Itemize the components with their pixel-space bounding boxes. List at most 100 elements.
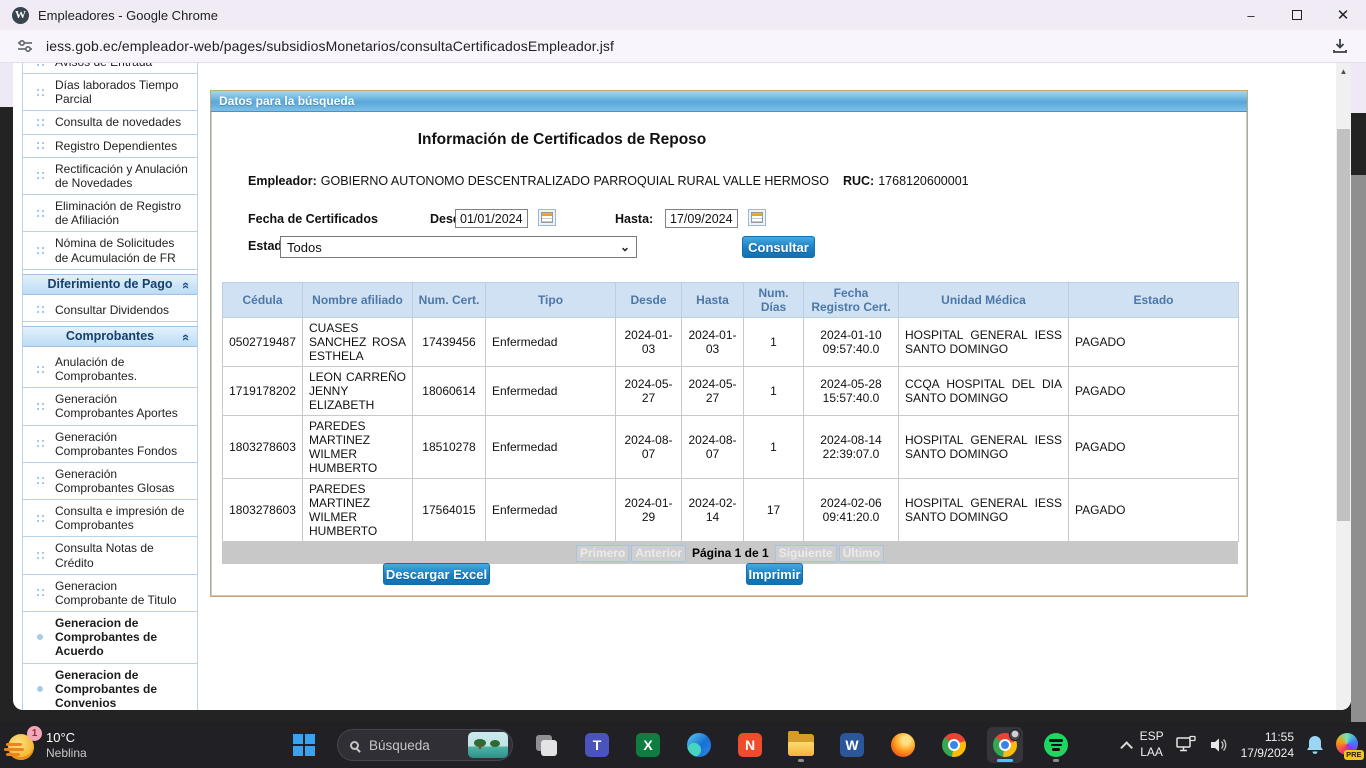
sidebar-item[interactable]: Eliminación de Registro de Afiliación [23,195,197,232]
sidebar-item[interactable]: Avisos de Entrada [23,63,197,74]
language-indicator[interactable]: ESP LAA [1140,729,1164,760]
firefox-icon [891,733,915,757]
weather-widget[interactable]: 1 10°C Neblina [8,730,87,760]
excel-app-button[interactable]: X [630,727,666,763]
chrome-active-window-button[interactable] [987,727,1023,763]
table-cell: PAGADO [1069,416,1239,479]
clock[interactable]: 11:55 17/9/2024 [1241,729,1294,761]
calendar-glyph [541,212,553,223]
sidebar-item[interactable]: Anulación de Comprobantes. [23,351,197,388]
sidebar-item[interactable]: Consultar Dividendos [23,299,197,322]
search-icon [350,741,359,750]
table-cell: PAREDES MARTINEZ WILMER HUMBERTO [303,416,413,479]
notification-bell-icon[interactable] [1305,734,1325,756]
download-icon[interactable] [1330,36,1350,56]
sidebar-item[interactable]: Registro Dependientes [23,135,197,158]
site-favicon: W [12,7,29,24]
word-app-button[interactable]: W [834,727,870,763]
running-indicator [798,759,804,762]
windows-logo-icon [293,734,315,756]
sidebar-item[interactable]: Consulta e impresión de Comprobantes [23,500,197,537]
site-settings-icon[interactable] [16,37,34,55]
empleador-line: Empleador:GOBIERNO AUTONOMO DESCENTRALIZ… [248,174,969,188]
task-view-button[interactable] [528,727,564,763]
consultar-button[interactable]: Consultar [742,236,815,258]
desde-calendar-icon[interactable] [538,209,556,226]
sidebar-item-label: Registro Dependientes [55,139,181,153]
hasta-input[interactable] [665,209,738,228]
imprimir-button[interactable]: Imprimir [746,563,803,585]
window-titlebar: W Empleadores - Google Chrome – ✕ [0,0,1366,30]
sidebar-item[interactable]: Consulta de novedades [23,111,197,134]
browser-urlbar[interactable]: iess.gob.ec/empleador-web/pages/subsidio… [0,30,1366,63]
pager-last-link[interactable]: Último [839,545,884,562]
sidebar-item[interactable]: Generacion de Comprobantes de Convenios [23,664,197,710]
hasta-calendar-icon[interactable] [748,209,766,226]
sidebar-item[interactable]: Nómina de Solicitudes de Acumulación de … [23,232,197,269]
table-header-row: CédulaNombre afiliadoNum. Cert.TipoDesde… [223,283,1239,318]
window-title: Empleadores - Google Chrome [38,8,218,23]
table-cell: 1803278603 [223,479,303,542]
edge-app-button[interactable] [681,727,717,763]
volume-icon[interactable] [1208,735,1230,755]
sidebar-section-header[interactable]: Comprobantes« [23,326,197,347]
sidebar-item[interactable]: Rectificación y Anulación de Novedades [23,158,197,195]
table-row: 1719178202LEON CARREÑO JENNY ELIZABETH18… [223,367,1239,416]
sidebar-item[interactable]: Generacion de Comprobantes de Acuerdo [23,612,197,663]
firefox-app-button[interactable] [885,727,921,763]
pager-prev-link[interactable]: Anterior [631,545,686,562]
maximize-button[interactable] [1274,0,1320,30]
minimize-button[interactable]: – [1228,0,1274,30]
grip-dots-icon [25,172,55,179]
start-button[interactable] [286,727,322,763]
descargar-excel-button[interactable]: Descargar Excel [383,563,490,585]
copilot-button[interactable]: PRE [1336,733,1360,757]
spotify-app-button[interactable] [1038,727,1074,763]
scrollbar-thumb[interactable] [1337,129,1350,521]
pager-first-link[interactable]: Primero [576,545,629,562]
sidebar-item[interactable]: Generación Comprobantes Fondos [23,426,197,463]
network-icon[interactable] [1175,735,1197,755]
sidebar-item-label: Avisos de Entrada [55,63,156,69]
estado-select[interactable]: Todos ⌄ [280,236,637,258]
pagination-bar: Primero Anterior Página 1 de 1 Siguiente… [222,542,1238,564]
grip-dots-icon [25,306,55,313]
sidebar-item[interactable]: Consulta Notas de Crédito [23,537,197,574]
chrome-app-button[interactable] [936,727,972,763]
background-window-edge-left [0,63,13,107]
bullet-dot-icon [25,634,55,640]
table-cell: 0502719487 [223,318,303,367]
table-header-cell: Cédula [223,283,303,318]
table-cell: 2024-08-07 [616,416,682,479]
chevron-down-icon: ⌄ [620,240,630,254]
table-cell: HOSPITAL GENERAL IESS SANTO DOMINGO [899,416,1069,479]
sidebar-item[interactable]: Generación Comprobantes Glosas [23,463,197,500]
pdf-app-button[interactable]: N [732,727,768,763]
table-cell: Enfermedad [486,416,616,479]
page-scrollbar[interactable]: ▲ [1336,63,1351,710]
table-cell: 18060614 [413,367,486,416]
sidebar-item[interactable]: Generación Comprobantes Aportes [23,388,197,425]
search-highlight-image[interactable] [468,732,508,758]
tray-overflow-chevron-icon[interactable] [1120,741,1133,754]
pager-next-link[interactable]: Siguiente [775,545,837,562]
sidebar-item[interactable]: Generacion Comprobante de Titulo [23,575,197,612]
desde-input[interactable] [455,209,528,228]
sidebar-item-label: Generacion de Comprobantes de Acuerdo [55,616,195,658]
file-explorer-button[interactable] [783,727,819,763]
taskbar-search[interactable]: Búsqueda [337,729,513,761]
sidebar-section-header[interactable]: Diferimiento de Pago« [23,274,197,295]
teams-app-button[interactable]: T [579,727,615,763]
sidebar-item[interactable]: Días laborados Tiempo Parcial [23,74,197,111]
table-cell: CUASES SANCHEZ ROSA ESTHELA [303,318,413,367]
weather-temp: 10°C [46,730,87,746]
table-cell: 17564015 [413,479,486,542]
table-cell: 2024-05-27 [616,367,682,416]
scrollbar-up-arrow[interactable]: ▲ [1336,63,1351,79]
grip-dots-icon [25,477,55,484]
grip-dots-icon [25,89,55,96]
maximize-icon [1292,10,1302,20]
grip-dots-icon [25,403,55,410]
url-text[interactable]: iess.gob.ec/empleador-web/pages/subsidio… [46,38,614,54]
close-button[interactable]: ✕ [1320,0,1366,30]
